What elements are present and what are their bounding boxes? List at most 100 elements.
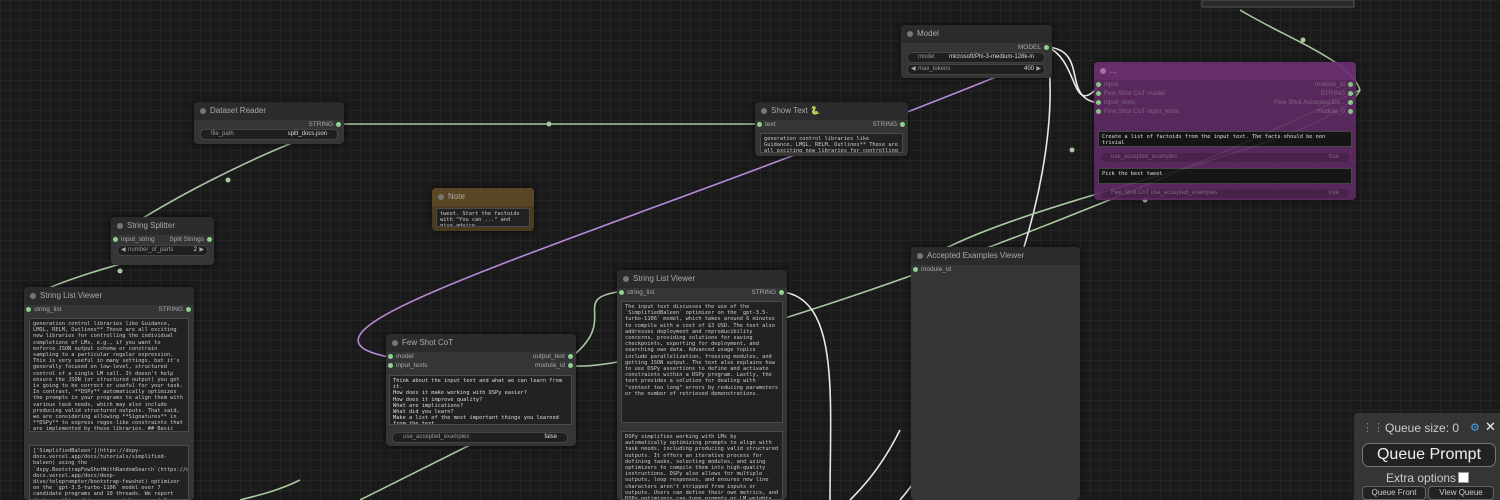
node-title-text: Few Shot CoT xyxy=(402,338,454,347)
use-accepted-examples-toggle[interactable]: use_accepted_examples false xyxy=(392,432,568,443)
model-input-slot[interactable]: model xyxy=(388,353,414,360)
node-title-text: Note xyxy=(448,192,465,201)
collapse-dot[interactable] xyxy=(761,108,767,114)
text-display[interactable]: generation control libraries like Guidan… xyxy=(760,133,903,153)
close-icon[interactable]: ✕ xyxy=(1485,419,1496,435)
collapse-dot[interactable] xyxy=(623,276,629,282)
node-string-list-viewer-2[interactable]: String List Viewer string_list STRING Th… xyxy=(617,270,787,500)
prompt-textarea[interactable]: Think about the input text and what we c… xyxy=(389,375,572,425)
node-title[interactable]: Dataset Reader xyxy=(194,102,344,120)
node-dataset-reader[interactable]: Dataset Reader STRING file_path split_do… xyxy=(194,102,344,144)
output-slot[interactable]: STRING xyxy=(158,306,191,313)
node-title[interactable]: Few Shot CoT xyxy=(386,334,576,352)
text-display-2[interactable]: DSPy simplifies working with LMs by auto… xyxy=(621,431,783,500)
collapse-dot[interactable] xyxy=(30,293,36,299)
node-title[interactable]: Note xyxy=(432,188,534,206)
node-title[interactable]: Show Text 🐍 xyxy=(755,102,908,120)
view-queue-button[interactable]: View Queue xyxy=(1428,486,1494,500)
node-model[interactable]: Model MODEL model microsoft/Phi-3-medium… xyxy=(901,25,1052,78)
output-slot[interactable]: MODEL xyxy=(1018,44,1050,51)
output-slot-2[interactable]: STRING xyxy=(1320,90,1353,97)
queue-prompt-button[interactable]: Queue Prompt xyxy=(1362,443,1496,467)
prompt-textarea-1[interactable]: Create a list of factoids from the input… xyxy=(1098,131,1352,147)
collapse-dot[interactable] xyxy=(392,340,398,346)
output-slot[interactable]: STRING xyxy=(872,121,905,128)
drag-icon[interactable]: ⋮⋮ xyxy=(1362,421,1384,434)
toggle-2[interactable]: Few Shot CoT use_accepted_examples true xyxy=(1100,188,1350,199)
gear-icon[interactable]: ⚙ xyxy=(1470,421,1480,434)
node-string-list-viewer[interactable]: String List Viewer string_list STRING ge… xyxy=(24,287,194,500)
collapse-dot[interactable] xyxy=(200,108,206,114)
number-of-parts-widget[interactable]: ◀ number_of_parts 2 ▶ xyxy=(117,245,208,256)
widget-label: max_tokens xyxy=(918,66,951,72)
widget-value: 2 xyxy=(193,247,197,253)
widget-value: split_docs.json xyxy=(287,131,327,137)
increment-arrow-icon[interactable]: ▶ xyxy=(199,246,204,255)
prompt-textarea-2[interactable]: Pick the best tweet xyxy=(1098,168,1352,184)
node-title[interactable]: String Splitter xyxy=(111,217,214,235)
text-display-2[interactable]: ['SimplifiedBaleen'](https://dspy-docs.v… xyxy=(29,445,189,500)
output-slot[interactable]: STRING xyxy=(751,289,784,296)
node-string-splitter[interactable]: String Splitter input_string Split Strin… xyxy=(111,217,214,265)
decrement-arrow-icon[interactable]: ◀ xyxy=(911,65,916,74)
input-slot[interactable]: string_list xyxy=(619,289,654,296)
output-text-slot[interactable]: output_text xyxy=(533,353,574,360)
collapse-dot[interactable] xyxy=(907,31,913,37)
output-slot-1[interactable]: module_id xyxy=(1315,81,1353,88)
widget-label: use_accepted_examples xyxy=(403,434,470,440)
queue-front-button[interactable]: Queue Front xyxy=(1362,486,1426,500)
node-title[interactable]: ... xyxy=(1094,62,1356,80)
widget-value: 400 xyxy=(1023,66,1034,72)
output-slot[interactable]: Split Strings xyxy=(169,236,212,243)
input-slot[interactable]: module_id xyxy=(913,266,951,273)
collapse-dot[interactable] xyxy=(1100,68,1106,74)
output-slot-3[interactable]: Few Shot Accepted Ex... xyxy=(1274,99,1353,106)
collapse-dot[interactable] xyxy=(917,253,923,259)
node-title-text: String List Viewer xyxy=(633,274,696,283)
collapse-dot[interactable] xyxy=(117,223,123,229)
file-path-widget[interactable]: file_path split_docs.json xyxy=(200,129,338,140)
node-title-text: String Splitter xyxy=(127,221,176,230)
node-show-text[interactable]: Show Text 🐍 text STRING generation contr… xyxy=(755,102,908,156)
widget-value: true xyxy=(1328,154,1339,160)
input-texts-slot[interactable]: input_texts xyxy=(388,362,427,369)
queue-size-label: Queue size: 0 xyxy=(1385,421,1460,435)
node-title-text: Dataset Reader xyxy=(210,106,267,115)
module-id-slot[interactable]: module_id xyxy=(535,362,573,369)
node-title-text: Model xyxy=(917,29,939,38)
input-slot-2[interactable]: Few Shot CoT model xyxy=(1096,90,1165,97)
widget-label: use_accepted_examples xyxy=(1111,154,1178,160)
node-title-text: String List Viewer xyxy=(40,291,103,300)
input-slot-3[interactable]: input_texts xyxy=(1096,99,1135,106)
node-title[interactable]: Model xyxy=(901,25,1052,43)
input-slot-4[interactable]: Few Shot CoT input_texts xyxy=(1096,108,1179,115)
node-group-purple[interactable]: ... input Few Shot CoT model input_texts… xyxy=(1094,62,1356,200)
note-text[interactable]: tweet. Start the factoids with "You can … xyxy=(436,208,530,227)
extra-options-checkbox[interactable] xyxy=(1458,472,1469,483)
increment-arrow-icon[interactable]: ▶ xyxy=(1036,65,1041,74)
node-title-text: ... xyxy=(1110,66,1117,75)
node-accepted-examples-viewer[interactable]: Accepted Examples Viewer module_id xyxy=(911,247,1080,500)
collapse-dot[interactable] xyxy=(438,194,444,200)
widget-label: file_path xyxy=(211,131,234,137)
max-tokens-widget[interactable]: ◀ max_tokens 400 ▶ xyxy=(907,64,1045,75)
node-title[interactable]: String List Viewer xyxy=(24,287,194,305)
node-few-shot-cot[interactable]: Few Shot CoT model input_texts output_te… xyxy=(386,334,576,446)
node-note[interactable]: Note tweet. Start the factoids with "You… xyxy=(432,188,534,231)
input-slot-1[interactable]: input xyxy=(1096,81,1118,88)
text-display-1[interactable]: The input text discusses the use of the … xyxy=(621,301,783,423)
node-title[interactable]: Accepted Examples Viewer xyxy=(911,247,1080,265)
input-slot[interactable]: string_list xyxy=(26,306,61,313)
widget-label: Few Shot CoT use_accepted_examples xyxy=(1111,190,1218,196)
node-title-text: Show Text 🐍 xyxy=(771,106,820,115)
output-slot-4[interactable]: module_0 xyxy=(1316,108,1353,115)
node-title[interactable]: String List Viewer xyxy=(617,270,787,288)
toggle-1[interactable]: use_accepted_examples true xyxy=(1100,152,1350,163)
input-slot[interactable]: text xyxy=(757,121,775,128)
input-slot[interactable]: input_string xyxy=(113,236,155,243)
decrement-arrow-icon[interactable]: ◀ xyxy=(121,246,126,255)
queue-panel: ⋮⋮ Queue size: 0 ⚙ ✕ Queue Prompt Extra … xyxy=(1354,413,1500,500)
model-widget[interactable]: model microsoft/Phi-3-medium-128k-in xyxy=(907,52,1045,63)
output-slot[interactable]: STRING xyxy=(308,121,341,128)
text-display-1[interactable]: generation control libraries like Guidan… xyxy=(29,318,189,432)
